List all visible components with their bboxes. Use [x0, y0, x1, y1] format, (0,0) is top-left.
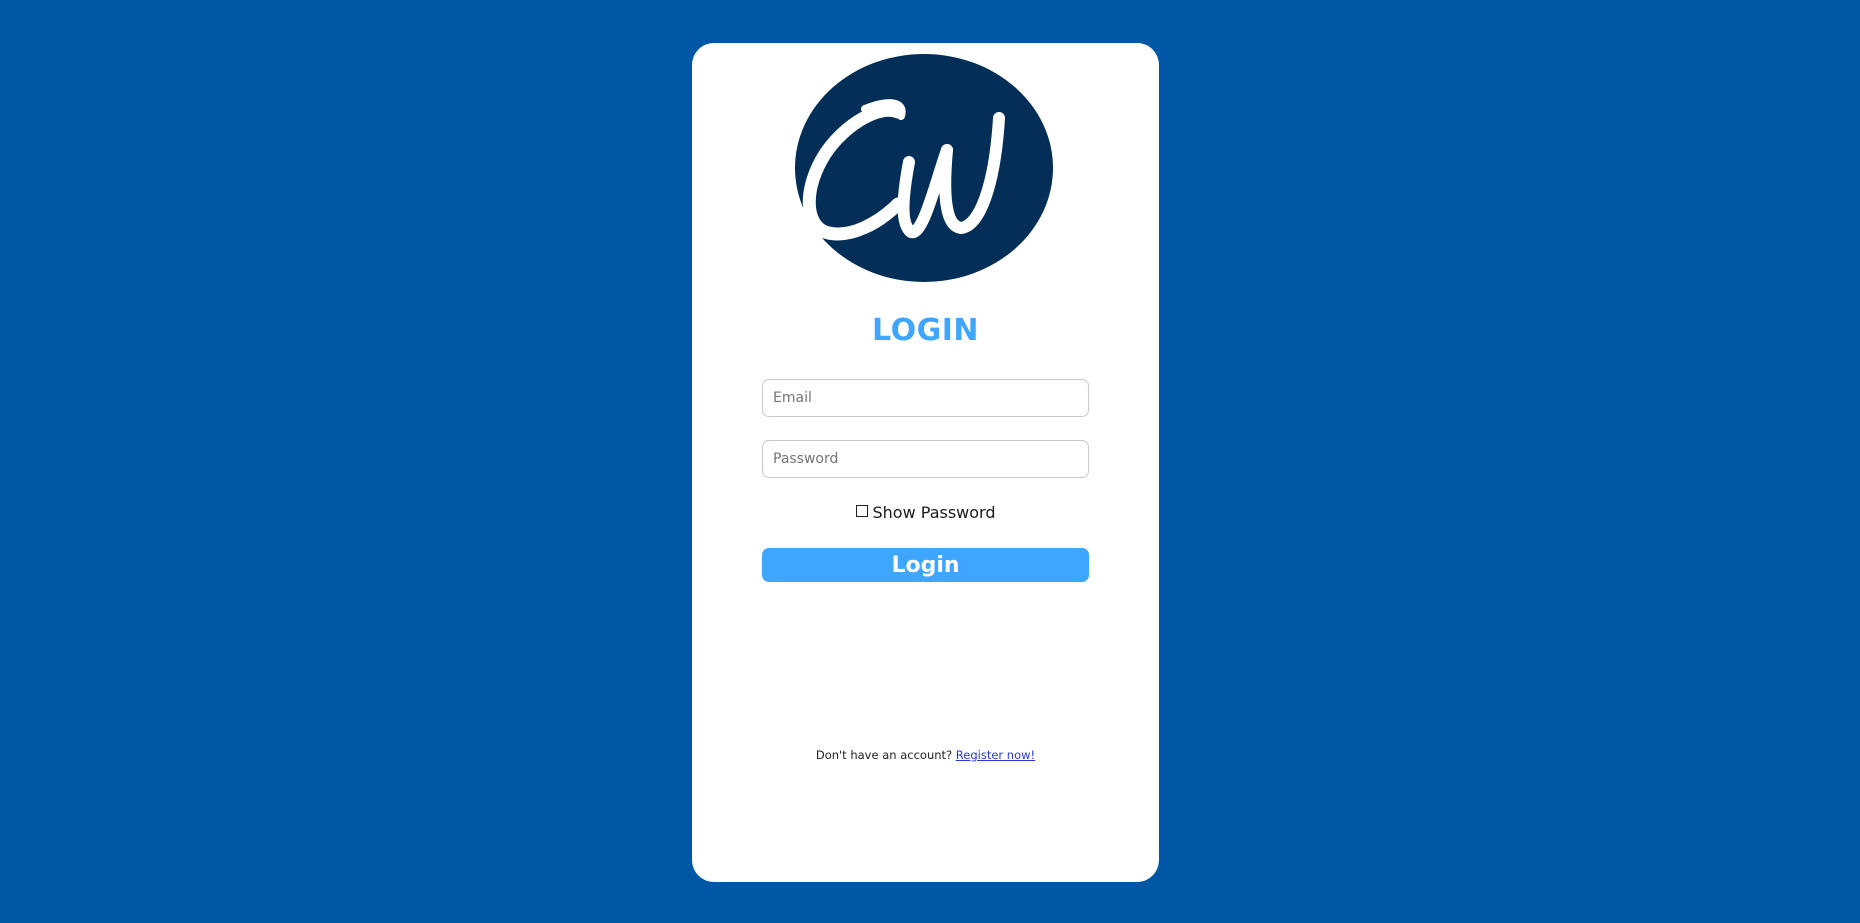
show-password-label: Show Password	[872, 503, 996, 522]
cw-logo: CW	[795, 54, 1053, 282]
register-prompt-text: Don't have an account?	[815, 748, 953, 762]
register-prompt: Don't have an account? Register now!	[692, 748, 1159, 762]
show-password-row[interactable]: Show Password	[692, 503, 1159, 522]
email-field[interactable]	[762, 379, 1089, 417]
page-title: LOGIN	[872, 313, 979, 348]
login-button[interactable]: Login	[762, 548, 1089, 582]
show-password-checkbox[interactable]	[855, 505, 868, 517]
register-link[interactable]: Register now!	[956, 748, 1035, 762]
login-card: CW LOGIN Show Password Login Don't have …	[692, 43, 1159, 882]
password-field[interactable]	[762, 440, 1089, 478]
